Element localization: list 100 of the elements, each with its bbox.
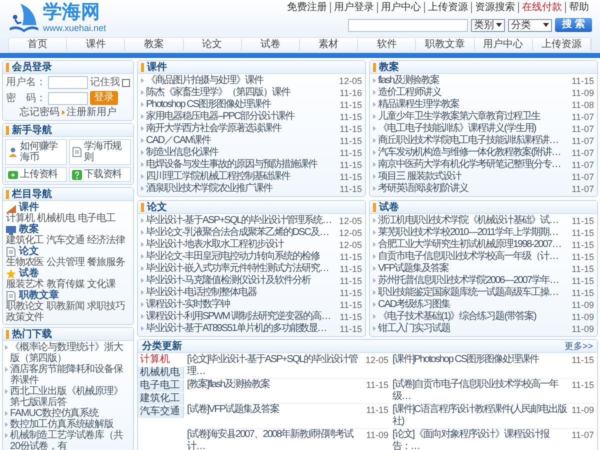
article-link[interactable]: 毕业论文-丰田皇冠电控动力转向系统的检修 (146, 251, 338, 263)
top-link[interactable]: 用户中心 (377, 2, 424, 13)
article-link[interactable]: 毕业设计-马克隆值检测仪设计及软件分析 (146, 275, 338, 287)
article-link[interactable]: 制造业信息化课件 (146, 147, 338, 159)
article-link[interactable]: [试卷]海安县2007、2008年新教师招聘考试计… (187, 429, 364, 450)
register-link[interactable]: 注册新用户 (66, 107, 116, 118)
article-link[interactable]: 酒泉职业技术学院农业推广课件 (146, 183, 338, 195)
article-link[interactable]: [课件]C语言程序设计教程课件(人民邮电出版社) (392, 404, 570, 428)
article-link[interactable]: 《电子技术基础(1)》综合练习题(带答案) (378, 311, 570, 323)
category-tab[interactable]: 汽车交通 (138, 406, 184, 418)
article-link[interactable]: 职业技能鉴定国家题库统一试题高级车工操… (378, 287, 570, 299)
download-link[interactable]: 机械制造工艺学试卷库（共20份试卷，有 (10, 430, 131, 450)
article-link[interactable]: 钳工入门实习试题 (378, 323, 570, 335)
forgot-password-link[interactable]: 忘记密码 (20, 107, 60, 118)
download-link[interactable]: 西北工业出版《机械原理》第七版课后答 (10, 386, 131, 408)
class-select[interactable]: 分类 (508, 18, 552, 32)
nav-link[interactable]: 教案 (125, 39, 184, 51)
article-link[interactable]: 陈杰《家畜生理学》（第四版）课件 (146, 87, 338, 99)
guide-link[interactable]: 下载资料 (69, 167, 131, 182)
username-field[interactable] (48, 76, 88, 89)
article-link[interactable]: 考研英语阅读初阶讲义 (378, 183, 570, 195)
category-link[interactable]: 机械机电 (37, 213, 75, 224)
category-tab[interactable]: 机械机电 (138, 367, 184, 379)
category-link[interactable]: 政策文件 (6, 312, 44, 323)
article-link[interactable]: 《商品图片拍摄与处理》课件 (146, 75, 337, 87)
article-link[interactable]: 造价工程师讲义 (378, 87, 570, 99)
article-link[interactable]: 自贡市电子信息职业技术学校高一年级（计… (378, 251, 570, 263)
category-link[interactable]: 职教新闻 (46, 301, 84, 312)
article-link[interactable]: CAD考级练习图集 (378, 299, 570, 311)
download-link[interactable]: 数控加工仿真系统破解版 (10, 419, 131, 430)
article-link[interactable]: 精品课程生理学教案 (378, 99, 570, 111)
article-link[interactable]: 苏州托普信息职业技术学院2006—2007学年… (378, 275, 570, 287)
article-link[interactable]: 毕业设计-电话控制整体电器 (146, 287, 338, 299)
nav-link[interactable]: 用户中心 (474, 39, 533, 51)
category-link[interactable]: 公共管理 (46, 257, 84, 268)
article-link[interactable]: 课程设计-实时数字钟 (146, 299, 338, 311)
category-link[interactable]: 职教论文 (6, 301, 44, 312)
article-link[interactable]: 南京中医药大学有机化学考研笔记整理(分专… (378, 159, 570, 171)
article-link[interactable]: 浙江机电职业技术学院《机械设计基础》试… (378, 215, 570, 227)
article-link[interactable]: 电焊设备与发生事故的原因与预防措施课件 (146, 159, 338, 171)
category-link[interactable]: 餐旅服务 (87, 257, 125, 268)
article-link[interactable]: 课程设计-利用SPWM 调制法研究逆变器的高… (146, 311, 338, 323)
article-link[interactable]: 儿童少年卫生学教案第六章教育过程卫生 (378, 111, 570, 123)
top-link[interactable]: 用户登录 (330, 2, 377, 13)
category-link[interactable]: 求职技巧 (87, 301, 125, 312)
nav-link[interactable]: 上传资源 (532, 39, 592, 51)
article-link[interactable]: 家用电器稳压电器--PPC部分设计课件 (146, 111, 338, 123)
remember-checkbox[interactable] (122, 78, 130, 86)
top-link[interactable]: 上传资源 (424, 2, 471, 13)
article-link[interactable]: 汽车发动机构造与维修一体化教程教案(附讲… (378, 147, 570, 159)
top-link[interactable]: 在线付款 (518, 2, 565, 13)
category-link[interactable]: 汽车交通 (46, 235, 84, 246)
article-link[interactable]: 毕业设计-地表水取水工程初步设计 (146, 239, 337, 251)
nav-link[interactable]: 课件 (67, 39, 126, 51)
category-link[interactable]: 教育传媒 (46, 279, 84, 290)
nav-link[interactable]: 职教文章 (416, 39, 475, 51)
article-link[interactable]: [课件]Photoshop CS图形图像处理课件 (392, 354, 570, 366)
category-heading[interactable]: 课件 (19, 202, 39, 213)
search-button[interactable]: 搜 索 (555, 18, 592, 32)
guide-link[interactable]: 学海币规则 (69, 139, 131, 165)
article-link[interactable]: 《电工电子技能训练》课程讲义(学生用) (378, 123, 570, 135)
nav-link[interactable]: 软件 (358, 39, 416, 51)
category-heading[interactable]: 职教文章 (19, 290, 59, 301)
category-tab[interactable]: 建筑化工 (138, 393, 184, 405)
search-field[interactable] (348, 18, 468, 32)
article-link[interactable]: flash及测验教案 (378, 75, 570, 87)
category-heading[interactable]: 教案 (19, 224, 39, 235)
category-link[interactable]: 服装艺术 (6, 279, 44, 290)
article-link[interactable]: [试卷]VFP试题集及答案 (187, 404, 364, 416)
category-heading[interactable]: 论文 (19, 246, 39, 257)
nav-link[interactable]: 素材 (300, 39, 358, 51)
article-link[interactable]: 南开大学西方社会学原著选读课件 (146, 123, 338, 135)
article-link[interactable]: 毕业论文-乳液聚合法合成聚苯乙烯的DSC及… (146, 227, 337, 239)
article-link[interactable]: Photoshop CS图形图像处理课件 (146, 99, 338, 111)
article-link[interactable]: 四川理工学院机械工程控制基础课件 (146, 171, 338, 183)
category-link[interactable]: 电子电工 (78, 213, 116, 224)
category-tab[interactable]: 电子电工 (138, 380, 184, 392)
article-link[interactable]: [试卷]自贡市电子信息职业技术学校高一年级… (392, 379, 570, 403)
article-link[interactable]: VFP试题集及答案 (378, 263, 570, 275)
article-link[interactable]: 毕业设计-嵌入式功率元件特性测试方法研究… (146, 263, 338, 275)
guide-link[interactable]: 如何赚学海币 (5, 139, 67, 165)
article-link[interactable]: [教案]flash及测验教案 (187, 379, 364, 391)
top-link[interactable]: 资源搜索 (471, 2, 518, 13)
more-link[interactable]: 更多>> (564, 340, 593, 352)
category-link[interactable]: 文化课 (87, 279, 116, 290)
article-link[interactable]: CAD／CAM课件 (146, 135, 338, 147)
category-link[interactable]: 建筑化工 (6, 235, 44, 246)
nav-link[interactable]: 试卷 (242, 39, 300, 51)
category-link[interactable]: 经济法律 (87, 235, 125, 246)
article-link[interactable]: 毕业设计-基于ASP+SQL的毕业设计管理系统… (146, 215, 337, 227)
nav-link[interactable]: 首页 (9, 39, 68, 51)
download-link[interactable]: FAMUC数控仿真系统 (10, 408, 131, 419)
article-link[interactable]: 合肥工业大学研究生初试机械原理1998-2007… (378, 239, 570, 251)
nav-link[interactable]: 论文 (184, 39, 242, 51)
article-link[interactable]: 毕业设计-基于AT89S51单片机的多功能数显… (146, 323, 338, 335)
category-link[interactable]: 计算机 (6, 213, 34, 224)
top-link[interactable]: 免费注册 (284, 2, 330, 13)
article-link[interactable]: 莱芜职业技术学校2010—2011学年上学期期… (378, 227, 570, 239)
category-heading[interactable]: 试卷 (19, 268, 39, 279)
article-link[interactable]: 项目三 服装款式设计 (378, 171, 570, 183)
